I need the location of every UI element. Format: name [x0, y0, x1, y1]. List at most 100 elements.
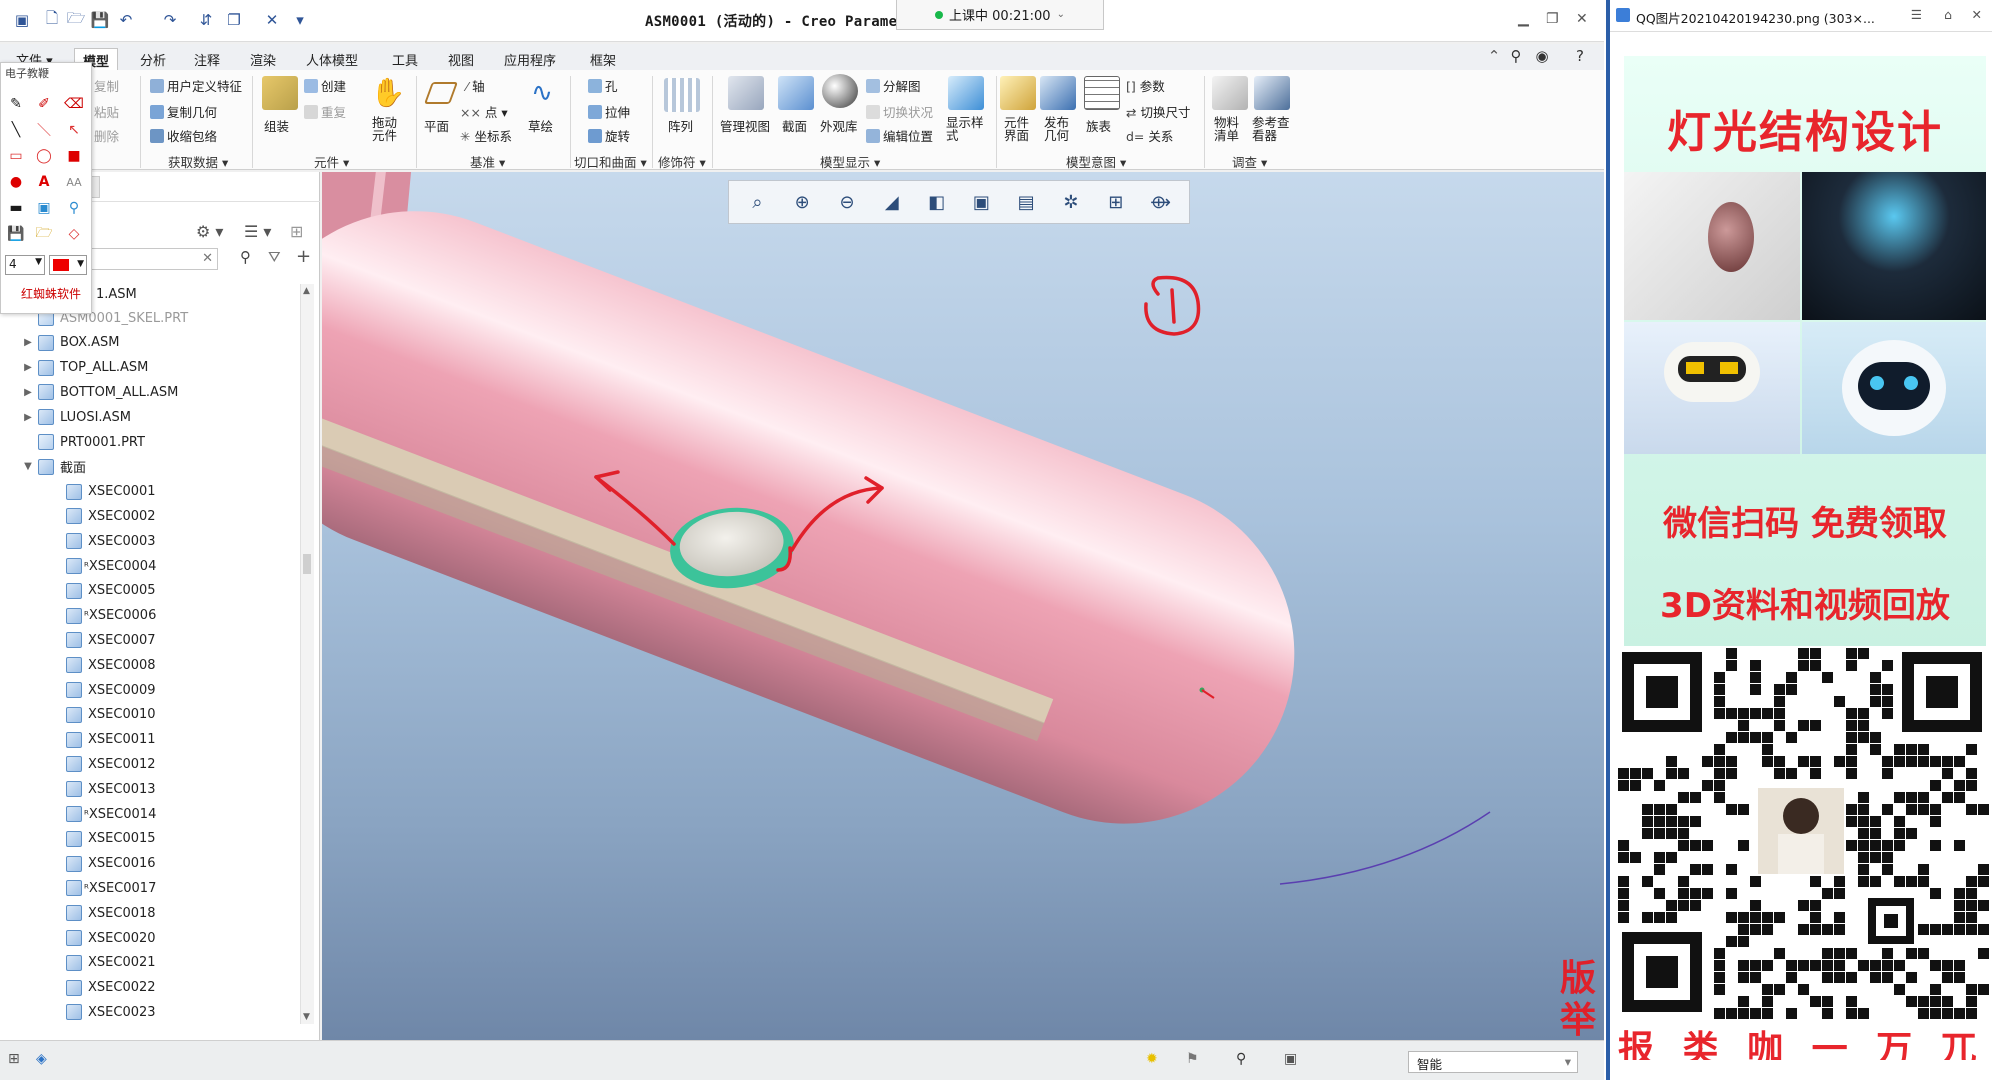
tab-render[interactable]: 渲染: [242, 48, 284, 70]
tree-toggle-icon[interactable]: ⊞: [8, 1051, 20, 1067]
status-light-icon[interactable]: ✹: [1146, 1051, 1158, 1067]
tree-row[interactable]: ᴿ XSEC0014: [50, 802, 156, 826]
collapse-ribbon-icon[interactable]: ⌃: [1484, 46, 1504, 66]
relations-button[interactable]: d= 关系: [1126, 126, 1173, 145]
group-modifiers[interactable]: 修饰符 ▾: [658, 152, 706, 171]
parameters-button[interactable]: [] 参数: [1126, 76, 1165, 95]
plane-icon[interactable]: [423, 82, 459, 104]
manage-views-icon[interactable]: [728, 76, 764, 110]
group-get-data[interactable]: 获取数据 ▾: [168, 152, 228, 171]
eraser-icon[interactable]: ⌫: [63, 93, 85, 115]
csys-button[interactable]: ✳ 坐标系: [460, 126, 512, 145]
bom-icon[interactable]: [1212, 76, 1248, 110]
tab-annotate[interactable]: 注释: [186, 48, 228, 70]
pin-icon[interactable]: ⌂: [1944, 7, 1952, 22]
windows-icon[interactable]: ❐: [224, 10, 244, 30]
delete-button[interactable]: 删除: [94, 126, 119, 145]
open-drawing-icon[interactable]: 🗁: [33, 223, 55, 245]
ellipse-fill-icon[interactable]: ●: [5, 171, 27, 193]
browser-toggle-icon[interactable]: ◈: [36, 1051, 47, 1067]
redo-icon[interactable]: ↷: [160, 10, 180, 30]
publish-geometry-icon[interactable]: [1040, 76, 1076, 110]
selection-buffer-icon[interactable]: ▣: [1284, 1051, 1297, 1067]
straight-line-icon[interactable]: ＼: [33, 119, 55, 141]
repaint-icon[interactable]: ◢: [875, 185, 909, 219]
reference-viewer-icon[interactable]: [1254, 76, 1290, 110]
minimize-button[interactable]: ▁: [1518, 11, 1529, 27]
tree-row[interactable]: XSEC0011: [50, 728, 156, 752]
flag-icon[interactable]: ⚑: [1186, 1051, 1199, 1067]
group-investigate[interactable]: 调查 ▾: [1232, 152, 1267, 171]
save-icon[interactable]: 💾: [90, 10, 110, 30]
hole-button[interactable]: 孔: [588, 76, 618, 95]
customize-qa-icon[interactable]: ▾: [290, 10, 310, 30]
expand-toggle-icon[interactable]: ▶: [22, 337, 34, 348]
tree-settings-icon[interactable]: ⚙ ▾: [196, 222, 223, 241]
repeat-button[interactable]: 重复: [304, 102, 346, 121]
filter-icon[interactable]: ⛛: [268, 248, 281, 266]
exploded-view-button[interactable]: 分解图: [866, 76, 921, 95]
find-icon[interactable]: ⚲: [1236, 1051, 1246, 1067]
zoom-icon[interactable]: ⚲: [63, 197, 85, 219]
group-components[interactable]: 元件 ▾: [314, 152, 349, 171]
scroll-up-icon[interactable]: ▲: [303, 286, 310, 296]
screenshot-icon[interactable]: ▣: [33, 197, 55, 219]
save-drawing-icon[interactable]: 💾: [5, 223, 27, 245]
edit-position-button[interactable]: 编辑位置: [866, 126, 933, 145]
assemble-icon[interactable]: [262, 76, 298, 110]
add-icon[interactable]: +: [296, 246, 311, 267]
extrude-button[interactable]: 拉伸: [588, 102, 630, 121]
tree-row[interactable]: XSEC0015: [50, 827, 156, 851]
undo-icon[interactable]: ↶: [116, 10, 136, 30]
point-button[interactable]: ×× 点 ▾: [460, 102, 508, 121]
restore-button[interactable]: ❐: [1546, 11, 1559, 27]
annotation-display-icon[interactable]: ⊞: [1099, 185, 1133, 219]
sketch-icon[interactable]: ∿: [524, 76, 560, 110]
clear-search-icon[interactable]: ✕: [202, 251, 213, 266]
tree-row[interactable]: ▼ 截面: [22, 455, 86, 479]
model-viewport[interactable]: [322, 172, 1604, 1040]
new-file-icon[interactable]: 🗋: [42, 9, 62, 30]
view-manager-icon[interactable]: ▤: [1009, 185, 1043, 219]
toggle-status-button[interactable]: 切换状况: [866, 102, 933, 121]
group-datum[interactable]: 基准 ▾: [470, 152, 505, 171]
saved-orientations-icon[interactable]: ▣: [964, 185, 998, 219]
create-button[interactable]: 创建: [304, 76, 346, 95]
family-table-icon[interactable]: [1084, 76, 1120, 110]
tree-row[interactable]: ▶ BOX.ASM: [22, 331, 120, 355]
scroll-thumb[interactable]: [303, 554, 311, 574]
search-icon[interactable]: ⚲: [1506, 46, 1526, 66]
line-icon[interactable]: ╲: [5, 119, 27, 141]
graphics-area[interactable]: ⌕ ⊕ ⊖ ◢ ◧ ▣ ▤ ✲ ⊞ ⟴: [322, 172, 1604, 1040]
tree-row[interactable]: ᴿ XSEC0017: [50, 876, 156, 900]
tree-row[interactable]: XSEC0020: [50, 926, 156, 950]
expand-toggle-icon[interactable]: ▶: [22, 412, 34, 423]
menu-icon[interactable]: ☰: [1911, 7, 1922, 22]
display-style-icon[interactable]: [948, 76, 984, 110]
tree-row[interactable]: XSEC0007: [50, 628, 156, 652]
tab-manikin[interactable]: 人体模型: [298, 48, 366, 70]
marker-icon[interactable]: ✐: [33, 93, 55, 115]
regenerate-icon[interactable]: ⇵: [196, 10, 216, 30]
datum-display-icon[interactable]: ✲: [1054, 185, 1088, 219]
refit-icon[interactable]: ⌕: [740, 185, 774, 219]
pen-color-select[interactable]: ▼: [49, 255, 87, 275]
zoom-in-icon[interactable]: ⊕: [785, 185, 819, 219]
tree-row[interactable]: XSEC0005: [50, 579, 156, 603]
tree-row[interactable]: XSEC0013: [50, 777, 156, 801]
switch-dimensions-button[interactable]: ⇄ 切换尺寸: [1126, 102, 1190, 121]
axis-button[interactable]: ⁄ 轴: [466, 76, 485, 95]
find-icon[interactable]: ⚲: [240, 248, 251, 266]
tree-row[interactable]: XSEC0002: [50, 504, 156, 528]
tree-row[interactable]: XSEC0001: [50, 480, 156, 504]
display-style-icon[interactable]: ◧: [920, 185, 954, 219]
tree-root[interactable]: 1.ASM: [96, 282, 137, 306]
group-cut-surface[interactable]: 切口和曲面 ▾: [574, 152, 647, 171]
expand-toggle-icon[interactable]: ▼: [22, 461, 34, 472]
tree-row[interactable]: XSEC0022: [50, 976, 156, 1000]
tree-row[interactable]: XSEC0018: [50, 901, 156, 925]
copy-button[interactable]: 复制: [94, 76, 119, 95]
tree-show-icon[interactable]: ☰ ▾: [244, 222, 271, 241]
blackboard-icon[interactable]: ▬: [5, 197, 27, 219]
tree-row[interactable]: XSEC0008: [50, 653, 156, 677]
